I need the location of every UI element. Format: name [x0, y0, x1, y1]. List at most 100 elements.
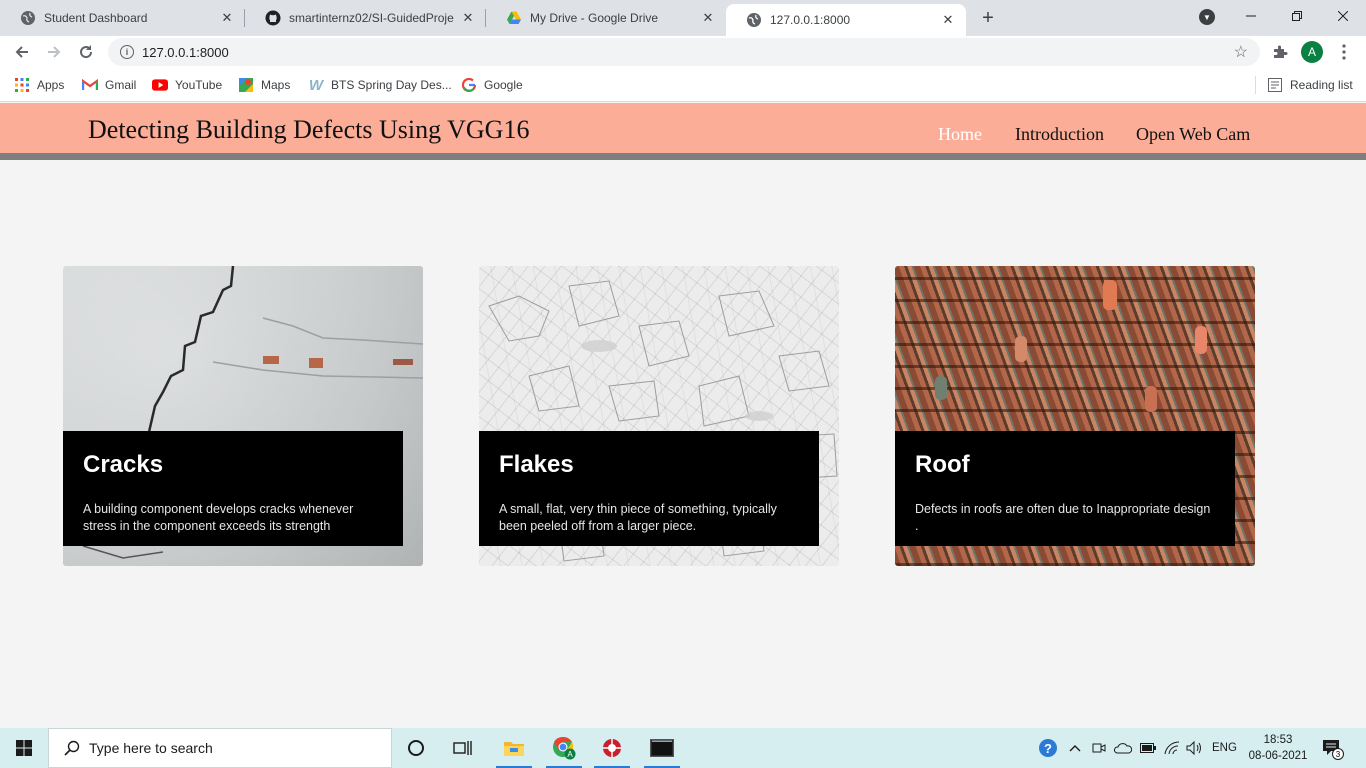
task-view-icon [453, 741, 472, 755]
card-roof[interactable]: Roof Defects in roofs are often due to I… [895, 266, 1255, 566]
card-description: A building component develops cracks whe… [83, 502, 354, 533]
close-icon[interactable]: ✕ [460, 10, 476, 26]
card-description: Defects in roofs are often due to Inappr… [915, 502, 1211, 533]
bookmark-google[interactable]: Google [461, 76, 523, 94]
tab-google-drive[interactable]: My Drive - Google Drive ✕ [486, 0, 726, 36]
clock-time: 18:53 [1263, 734, 1293, 746]
svg-text:?: ? [1044, 741, 1052, 756]
tab-title: Student Dashboard [44, 11, 148, 25]
volume-icon[interactable] [1186, 728, 1204, 768]
back-arrow-icon [15, 46, 28, 58]
close-icon[interactable]: ✕ [700, 10, 716, 26]
card-description: A small, flat, very thin piece of someth… [499, 502, 777, 533]
file-explorer-taskbar-button[interactable] [494, 728, 534, 768]
card-heading: Cracks [83, 451, 164, 478]
tab-search-icon[interactable]: ▼ [1199, 9, 1215, 25]
site-info-icon[interactable]: i [120, 45, 134, 59]
reading-list-icon [1267, 77, 1283, 93]
chrome-taskbar-button[interactable]: A [544, 728, 584, 768]
close-icon[interactable]: ✕ [940, 12, 956, 28]
taskbar-clock[interactable]: 18:53 08-06-2021 [1244, 732, 1312, 764]
reading-list-button[interactable]: Reading list [1267, 76, 1353, 94]
google-drive-icon [506, 10, 522, 26]
header-shadow-bar [0, 153, 1366, 160]
github-icon [265, 10, 281, 26]
restore-button[interactable] [1274, 0, 1320, 32]
bookmark-star-icon[interactable]: ☆ [1234, 42, 1248, 62]
svg-text:A: A [567, 750, 573, 759]
apps-grid-icon [14, 77, 30, 93]
site-title: Detecting Building Defects Using VGG16 [88, 115, 530, 144]
card-cracks[interactable]: Cracks A building component develops cra… [63, 266, 423, 566]
globe-icon [20, 10, 36, 26]
tab-github[interactable]: smartinternz02/SI-GuidedProject ✕ [245, 0, 486, 36]
minimize-button[interactable] [1228, 0, 1274, 32]
taskbar-search-box[interactable]: Type here to search [48, 728, 392, 768]
bookmark-label: Google [484, 78, 523, 92]
tab-title: 127.0.0.1:8000 [770, 13, 851, 27]
notification-count: 3 [1332, 748, 1344, 760]
nav-open-web-cam[interactable]: Open Web Cam [1136, 124, 1250, 145]
tab-student-dashboard[interactable]: Student Dashboard ✕ [0, 0, 245, 36]
youtube-icon [152, 77, 168, 93]
bookmarks-bar: Apps Gmail YouTube Maps W BTS Spring Day… [0, 68, 1366, 102]
extensions-button[interactable] [1268, 40, 1292, 64]
meet-now-icon[interactable] [1092, 728, 1106, 768]
bookmark-youtube[interactable]: YouTube [152, 76, 222, 94]
windows-logo-icon [16, 740, 32, 756]
bookmark-w-icon: W [308, 76, 324, 94]
address-bar[interactable]: i 127.0.0.1:8000 ☆ [108, 38, 1260, 66]
bookmarks-separator [1255, 76, 1256, 94]
card-heading: Flakes [499, 451, 574, 478]
bookmark-gmail[interactable]: Gmail [82, 76, 136, 94]
wifi-icon[interactable] [1164, 728, 1180, 768]
new-tab-button[interactable]: + [976, 6, 1000, 30]
profile-avatar[interactable]: A [1301, 41, 1323, 63]
gmail-icon [82, 77, 98, 93]
windows-taskbar: Type here to search A ? ENG 18:53 08-06-… [0, 728, 1366, 768]
onedrive-icon[interactable] [1114, 728, 1132, 768]
back-button[interactable] [10, 40, 34, 64]
tab-title: smartinternz02/SI-GuidedProject [289, 11, 454, 25]
card-caption: Flakes A small, flat, very thin piece of… [479, 431, 819, 546]
nav-home[interactable]: Home [938, 124, 982, 145]
help-tray-icon[interactable]: ? [1038, 728, 1058, 768]
bookmark-apps[interactable]: Apps [14, 76, 64, 94]
browser-menu-button[interactable] [1332, 40, 1356, 64]
bookmark-bts[interactable]: W BTS Spring Day Des... [308, 76, 452, 94]
search-icon [63, 739, 81, 757]
terminal-taskbar-button[interactable] [642, 728, 682, 768]
nav-introduction[interactable]: Introduction [1015, 124, 1104, 145]
folder-icon [504, 742, 524, 756]
reload-button[interactable] [74, 40, 98, 64]
start-button[interactable] [0, 728, 48, 768]
bookmark-label: Apps [37, 78, 65, 92]
card-heading: Roof [915, 451, 970, 478]
chevron-up-icon[interactable] [1069, 728, 1081, 768]
bookmark-label: Maps [261, 78, 291, 92]
maps-icon [238, 77, 254, 93]
bookmark-label: BTS Spring Day Des... [331, 78, 452, 92]
forward-button[interactable] [42, 40, 66, 64]
battery-icon[interactable] [1140, 728, 1156, 768]
tab-localhost[interactable]: 127.0.0.1:8000 ✕ [726, 4, 966, 36]
card-caption: Roof Defects in roofs are often due to I… [895, 431, 1235, 546]
more-vert-icon [1342, 44, 1346, 60]
window-close-button[interactable] [1320, 0, 1366, 32]
card-caption: Cracks A building component develops cra… [63, 431, 403, 546]
notification-center-button[interactable]: 3 [1322, 738, 1344, 760]
card-flakes[interactable]: Flakes A small, flat, very thin piece of… [479, 266, 839, 566]
bookmark-maps[interactable]: Maps [238, 76, 290, 94]
tab-title: My Drive - Google Drive [530, 11, 659, 25]
google-icon [461, 77, 477, 93]
site-header: Detecting Building Defects Using VGG16 H… [0, 103, 1366, 153]
reading-list-label: Reading list [1290, 78, 1353, 92]
close-icon[interactable]: ✕ [219, 10, 235, 26]
task-view-button[interactable] [443, 728, 483, 768]
cortana-button[interactable] [396, 728, 436, 768]
app-taskbar-button[interactable] [592, 728, 632, 768]
bookmark-label: YouTube [175, 78, 223, 92]
forward-arrow-icon [48, 46, 61, 58]
bookmark-label: Gmail [105, 78, 137, 92]
language-indicator[interactable]: ENG [1212, 728, 1237, 768]
